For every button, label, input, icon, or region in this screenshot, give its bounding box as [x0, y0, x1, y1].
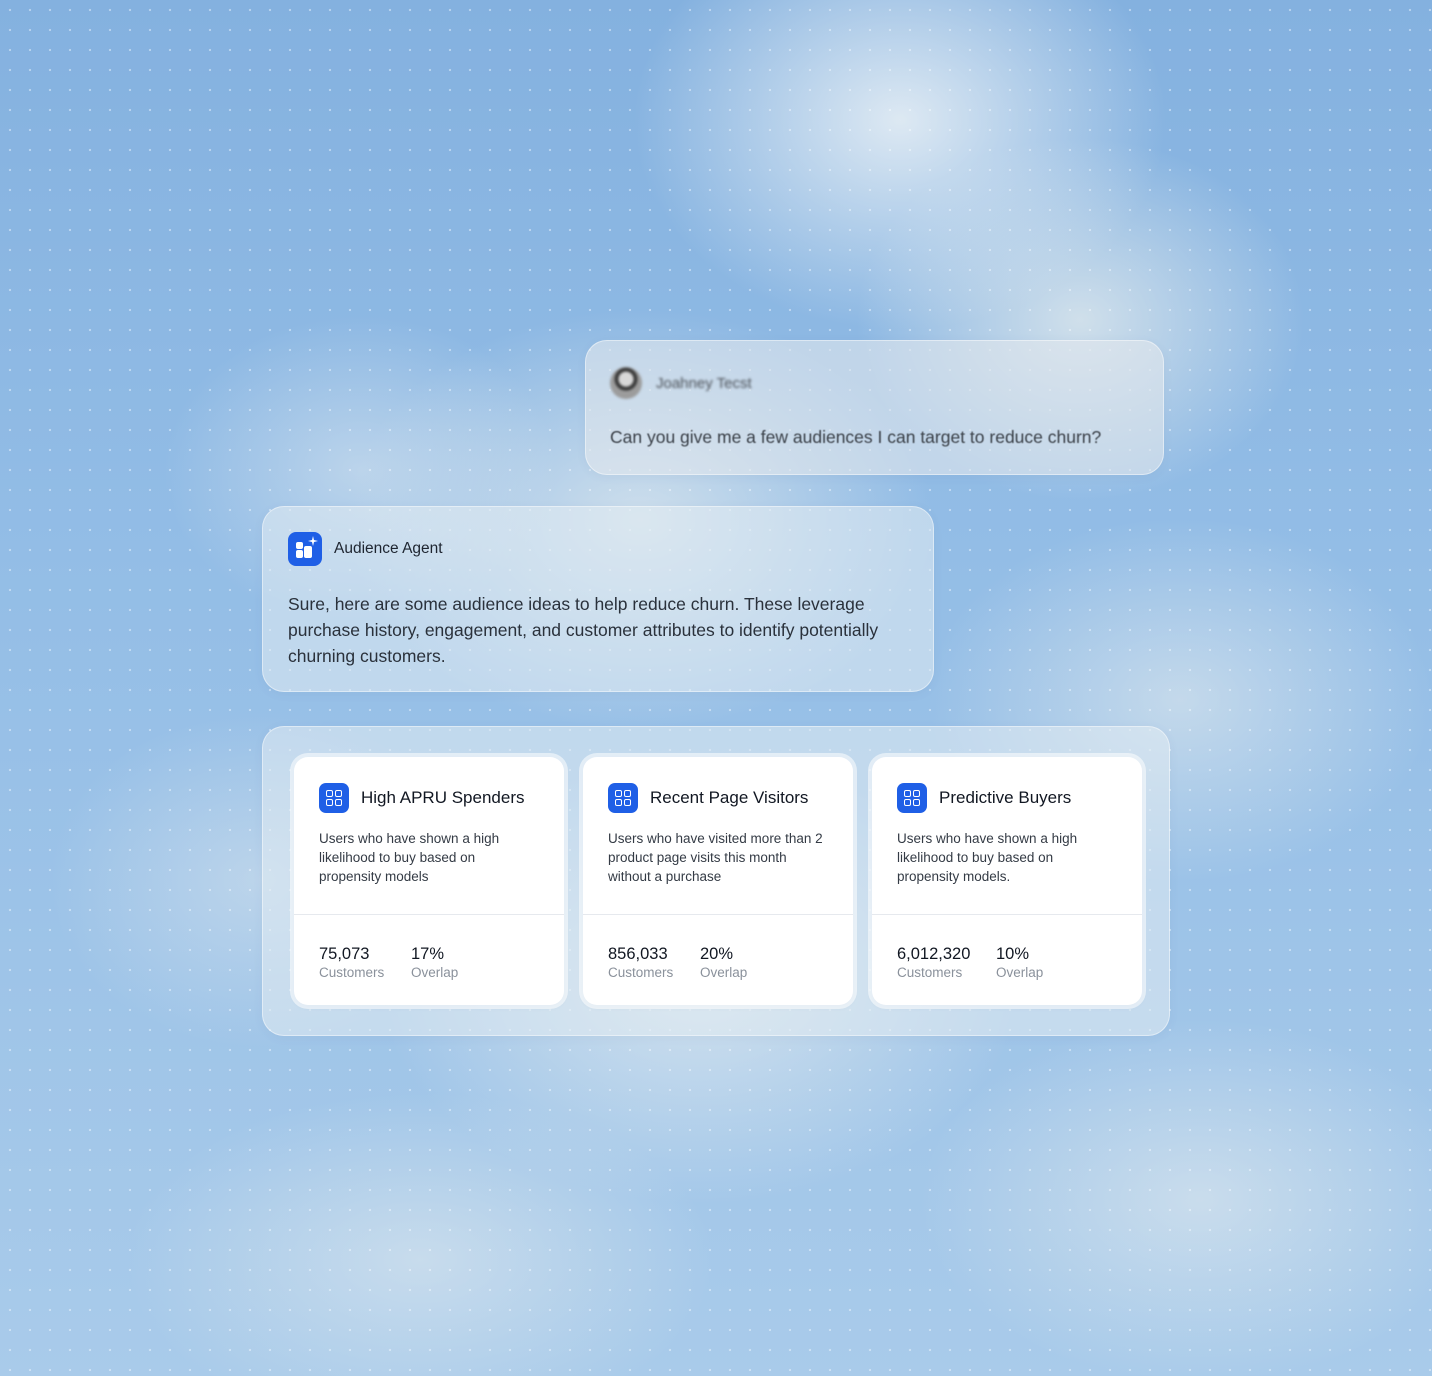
audience-card-recent-page-visitors[interactable]: Recent Page Visitors Users who have visi… [583, 757, 853, 1005]
audience-card-high-apru-spenders[interactable]: High APRU Spenders Users who have shown … [294, 757, 564, 1005]
audience-card-title: Recent Page Visitors [650, 788, 809, 807]
overlap-stat: 20% Overlap [700, 945, 747, 983]
agent-message-header: Audience Agent [288, 532, 443, 566]
audience-grid-icon [897, 783, 927, 813]
overlap-stat: 10% Overlap [996, 945, 1043, 983]
customers-label: Customers [897, 965, 963, 980]
overlap-label: Overlap [700, 965, 748, 980]
customers-value: 6,012,320 [897, 945, 971, 963]
audience-card-title: Predictive Buyers [939, 788, 1072, 807]
card-divider [872, 914, 1142, 915]
user-name: Joahney Tecst [656, 374, 752, 392]
audience-card-title: High APRU Spenders [361, 788, 525, 807]
audience-grid-icon [319, 783, 349, 813]
audience-card-header: Recent Page Visitors [608, 783, 808, 813]
card-divider [294, 914, 564, 915]
audience-agent-icon [288, 532, 322, 566]
overlap-label: Overlap [996, 965, 1044, 980]
audience-card-description: Users who have visited more than 2 produ… [608, 831, 823, 884]
user-message-text: Can you give me a few audiences I can ta… [610, 427, 1102, 447]
overlap-stat: 17% Overlap [411, 945, 458, 983]
customers-label: Customers [319, 965, 385, 980]
overlap-value: 17% [411, 945, 445, 963]
audience-card-predictive-buyers[interactable]: Predictive Buyers Users who have shown a… [872, 757, 1142, 1005]
audience-grid-icon [608, 783, 638, 813]
audience-card-header: Predictive Buyers [897, 783, 1071, 813]
audience-card-header: High APRU Spenders [319, 783, 524, 813]
agent-message-text: Sure, here are some audience ideas to he… [288, 594, 879, 666]
agent-message-bubble: Audience Agent Sure, here are some audie… [262, 506, 934, 692]
avatar [610, 367, 642, 399]
user-message-header: Joahney Tecst [610, 367, 752, 399]
customers-value: 75,073 [319, 945, 370, 963]
user-message-bubble: Joahney Tecst Can you give me a few audi… [585, 340, 1164, 475]
overlap-value: 20% [700, 945, 734, 963]
agent-name: Audience Agent [334, 540, 443, 557]
audience-card-description: Users who have shown a high likelihood t… [897, 831, 1078, 884]
customers-stat: 75,073 Customers [319, 945, 384, 983]
card-divider [583, 914, 853, 915]
audience-card-description: Users who have shown a high likelihood t… [319, 831, 500, 884]
customers-value: 856,033 [608, 945, 668, 963]
customers-stat: 856,033 Customers [608, 945, 673, 983]
customers-label: Customers [608, 965, 674, 980]
customers-stat: 6,012,320 Customers [897, 945, 970, 983]
audience-cards-panel: High APRU Spenders Users who have shown … [262, 726, 1170, 1036]
overlap-value: 10% [996, 945, 1030, 963]
overlap-label: Overlap [411, 965, 459, 980]
